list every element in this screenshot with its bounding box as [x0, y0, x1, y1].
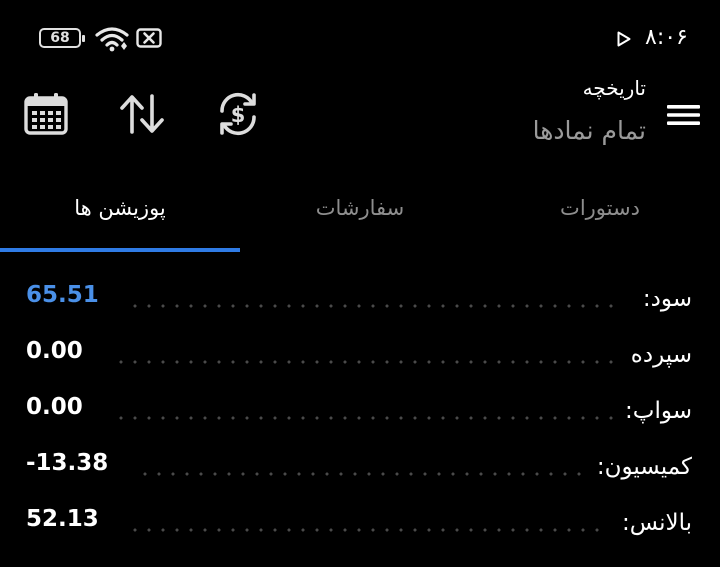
battery-level: 68: [50, 30, 70, 46]
summary-row-swap: 0.00 سواپ:: [0, 382, 720, 438]
calendar-button[interactable]: [22, 90, 70, 138]
dotted-leader: [138, 472, 590, 476]
sort-button[interactable]: [118, 90, 166, 138]
tab-label: پوزیشن ها: [74, 196, 166, 220]
summary-row-profit: 65.51 سود:: [0, 270, 720, 326]
currency-exchange-button[interactable]: $: [214, 90, 262, 138]
tab-label: دستورات: [560, 196, 640, 220]
status-bar: 68 ۸:۰۶: [0, 0, 720, 70]
profit-value: 65.51: [26, 282, 99, 308]
header-subtitle: تاریخچه: [582, 76, 646, 100]
tab-label: سفارشات: [315, 196, 405, 220]
active-tab-indicator: [0, 248, 240, 252]
balance-value: 52.13: [26, 506, 99, 532]
tab-bar: دستورات سفارشات پوزیشن ها: [0, 178, 720, 254]
summary-row-balance: 52.13 بالانس:: [0, 494, 720, 550]
svg-text:$: $: [231, 103, 246, 127]
wifi-icon: [95, 27, 129, 52]
dotted-leader: [114, 416, 614, 420]
tab-deals[interactable]: سفارشات: [240, 178, 480, 250]
calendar-icon: [24, 93, 68, 135]
page-title[interactable]: تمام نمادها: [533, 116, 646, 145]
balance-label: بالانس:: [622, 510, 692, 536]
menu-icon: [667, 105, 700, 125]
play-store-icon: [617, 31, 631, 47]
app-header: $ تاریخچه تمام نمادها: [0, 70, 720, 170]
deposit-label: سپرده: [630, 342, 692, 368]
battery-icon: 68: [39, 28, 85, 48]
swap-value: 0.00: [26, 394, 83, 420]
commission-label: کمیسیون:: [596, 454, 692, 480]
dotted-leader: [128, 528, 606, 532]
tab-orders[interactable]: دستورات: [480, 178, 720, 250]
summary-row-deposit: 0.00 سپرده: [0, 326, 720, 382]
sort-icon: [120, 94, 164, 134]
commission-value: -13.38: [26, 450, 109, 476]
menu-button[interactable]: [664, 98, 704, 132]
profit-label: سود:: [642, 286, 692, 312]
currency-exchange-icon: $: [220, 92, 256, 136]
swap-label: سواپ:: [625, 398, 692, 424]
summary-row-commission: -13.38 کمیسیون:: [0, 438, 720, 494]
dotted-leader: [128, 304, 622, 308]
deposit-value: 0.00: [26, 338, 83, 364]
clock: ۸:۰۶: [645, 25, 688, 50]
tab-positions[interactable]: پوزیشن ها: [0, 178, 240, 250]
no-sim-icon: [136, 28, 162, 48]
dotted-leader: [114, 360, 620, 364]
